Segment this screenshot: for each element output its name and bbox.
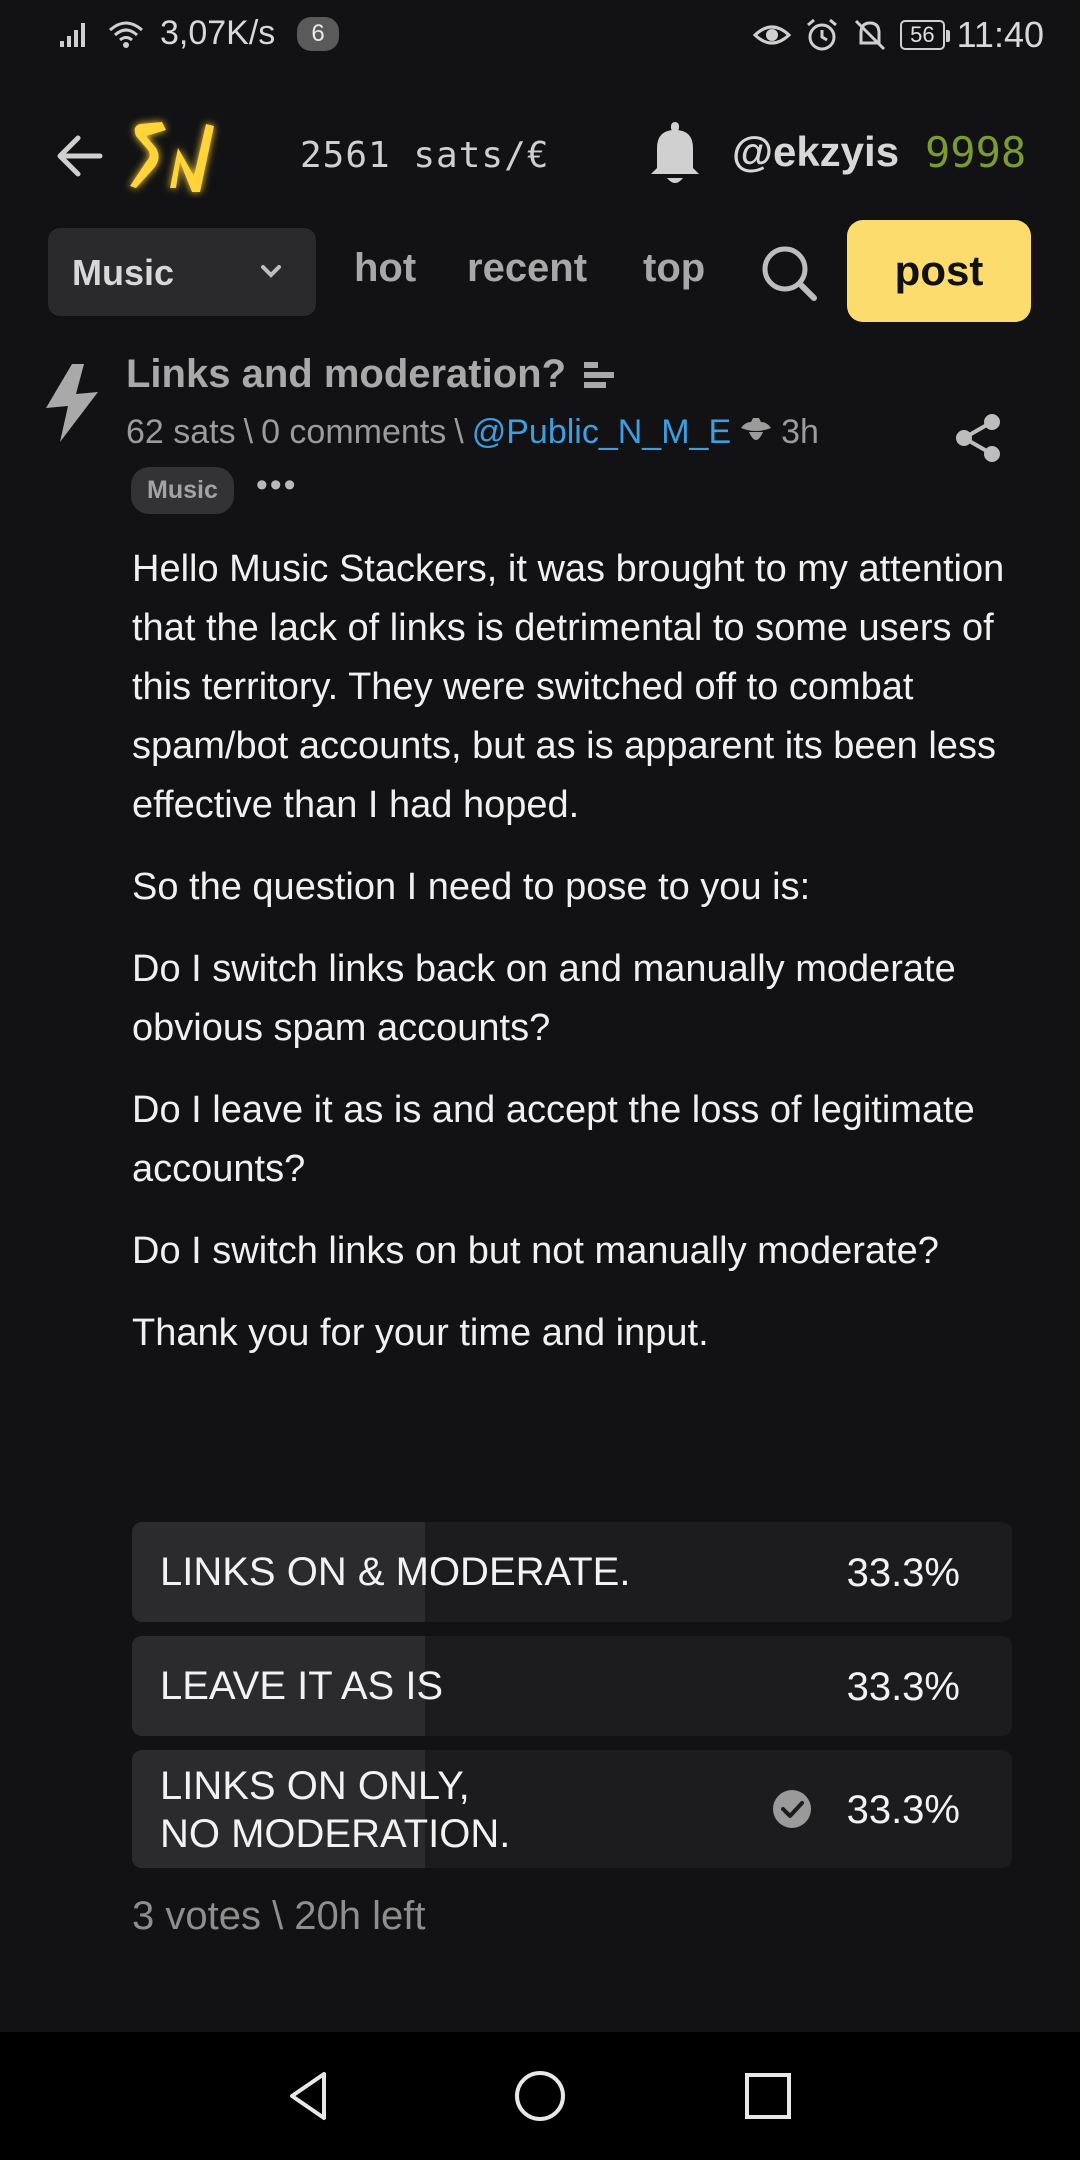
signal-icon [60, 22, 85, 47]
screen: 3,07K/s 6 56 11:40 2561 sats/€ @ekzyis 9… [0, 0, 1080, 2160]
poll-option-percent: 33.3% [846, 1788, 960, 1832]
search-icon[interactable] [758, 242, 820, 304]
notification-count-badge: 6 [297, 16, 339, 51]
post-title[interactable]: Links and moderation? [126, 352, 616, 397]
status-right: 56 11:40 [752, 14, 1044, 56]
chevron-down-icon [261, 265, 281, 278]
tab-top[interactable]: top [643, 246, 705, 291]
bell-icon[interactable] [645, 118, 705, 188]
network-speed: 3,07K/s [160, 14, 276, 52]
sub-navigation: Music hot recent top post [0, 220, 1080, 325]
back-arrow-icon[interactable] [50, 128, 110, 184]
app-header: 2561 sats/€ @ekzyis 9998 [0, 100, 1080, 210]
mute-bell-icon [855, 19, 886, 51]
territory-tag[interactable]: Music [131, 467, 234, 514]
post-tags: Music ••• [131, 466, 298, 514]
poll-option[interactable]: LEAVE IT AS IS 33.3% [132, 1636, 1012, 1736]
territory-select[interactable]: Music [48, 228, 316, 316]
post-paragraph: Hello Music Stackers, it was brought to … [132, 548, 1005, 826]
post-meta: 62 sats \ 0 comments \ @Public_N_M_E 3h [126, 413, 819, 452]
poll-option[interactable]: LINKS ON ONLY, NO MODERATION. 33.3% [132, 1750, 1012, 1868]
tab-recent[interactable]: recent [467, 246, 587, 291]
wifi-icon [109, 21, 143, 48]
meta-separator: \ [454, 413, 464, 451]
more-options-icon[interactable]: ••• [256, 466, 298, 505]
meta-separator: \ [243, 413, 254, 451]
upvote-bolt-icon[interactable] [42, 362, 102, 444]
clock: 11:40 [956, 14, 1044, 55]
sn-logo[interactable] [122, 112, 222, 198]
post-comments[interactable]: 0 comments [261, 413, 446, 452]
alarm-icon [807, 18, 838, 51]
poll: LINKS ON & MODERATE. 33.3% LEAVE IT AS I… [132, 1522, 1012, 1882]
post-paragraph: Do I leave it as is and accept the loss … [132, 1089, 975, 1190]
tab-hot[interactable]: hot [354, 246, 416, 291]
sats-per-euro-rate[interactable]: 2561 sats/€ [300, 135, 549, 176]
poll-footer: 3 votes \ 20h left [132, 1894, 426, 1938]
post-author[interactable]: @Public_N_M_E [472, 413, 731, 452]
post-paragraph: Do I switch links back on and manually m… [132, 948, 956, 1049]
founder-cowboy-icon [741, 417, 772, 440]
territory-select-label: Music [72, 252, 175, 293]
username[interactable]: @ekzyis [732, 128, 899, 176]
eye-icon [752, 25, 792, 45]
check-circle-icon [773, 1790, 811, 1828]
post-button[interactable]: post [847, 220, 1031, 322]
back-triangle-icon[interactable] [280, 2066, 340, 2126]
share-icon[interactable] [950, 410, 1006, 466]
poll-option-label: LINKS ON ONLY, NO MODERATION. [160, 1764, 511, 1856]
post-title-text: Links and moderation? [126, 352, 567, 396]
recents-square-icon[interactable] [738, 2066, 798, 2126]
post-age[interactable]: 3h [781, 413, 819, 452]
system-nav-bar [0, 2032, 1080, 2160]
status-left: 3,07K/s 6 [58, 14, 339, 53]
post-paragraph: Thank you for your time and input. [132, 1312, 709, 1354]
poll-option[interactable]: LINKS ON & MODERATE. 33.3% [132, 1522, 1012, 1622]
wallet-balance[interactable]: 9998 [925, 128, 1026, 177]
post-sats[interactable]: 62 sats [126, 413, 236, 452]
post-paragraph: So the question I need to pose to you is… [132, 866, 811, 908]
battery-indicator: 56 [900, 20, 951, 50]
home-circle-icon[interactable] [510, 2066, 570, 2126]
poll-icon [584, 361, 615, 388]
post-body: Hello Music Stackers, it was brought to … [132, 540, 1032, 1386]
post-paragraph: Do I switch links on but not manually mo… [132, 1230, 939, 1272]
poll-option-percent: 33.3% [846, 1665, 960, 1709]
status-bar: 3,07K/s 6 56 11:40 [0, 0, 1080, 76]
poll-option-percent: 33.3% [846, 1551, 960, 1595]
